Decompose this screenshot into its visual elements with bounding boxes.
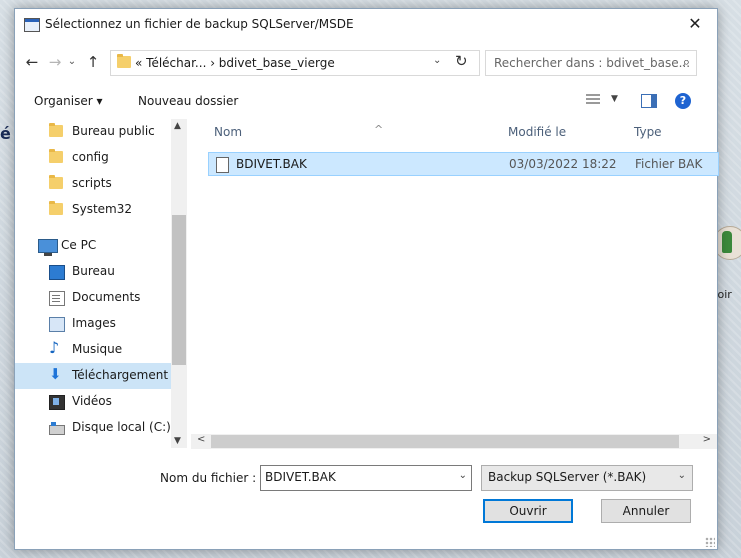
- scroll-up-icon[interactable]: ▲: [174, 121, 181, 131]
- nav-item-videos[interactable]: Vidéos: [15, 389, 173, 415]
- dialog-title: Sélectionnez un fichier de backup SQLSer…: [45, 17, 354, 31]
- nav-item-bureau-public[interactable]: Bureau public: [15, 119, 173, 145]
- up-arrow-icon[interactable]: ↑: [83, 51, 103, 73]
- nav-item-label: System32: [72, 202, 133, 216]
- address-path[interactable]: « Téléchar... › bdivet_base_vierge: [135, 56, 335, 70]
- recent-locations-chevron-icon[interactable]: ⌄: [65, 51, 79, 73]
- dialog-titlebar[interactable]: Sélectionnez un fichier de backup SQLSer…: [15, 9, 717, 39]
- horizontal-scrollbar[interactable]: < >: [191, 434, 717, 449]
- file-type: Fichier BAK: [635, 157, 703, 171]
- nav-scrollbar-thumb[interactable]: [172, 215, 186, 365]
- download-icon: ⬇: [49, 365, 62, 383]
- nav-item-config[interactable]: config: [15, 145, 173, 171]
- nav-item-label: Images: [72, 316, 116, 330]
- organize-menu-button[interactable]: Organiser ▾: [34, 94, 102, 108]
- navigation-pane: Bureau public config scripts System32 Ce…: [15, 119, 187, 448]
- horizontal-scrollbar-thumb[interactable]: [211, 435, 679, 448]
- nav-item-ce-pc[interactable]: Ce PC: [15, 233, 173, 259]
- filename-input[interactable]: BDIVET.BAK ⌄: [260, 465, 472, 491]
- address-dropdown-chevron-icon[interactable]: ⌄: [433, 55, 441, 66]
- nav-item-disque-local[interactable]: Disque local (C:): [15, 415, 173, 441]
- nav-scrollbar[interactable]: ▲ ▼: [171, 119, 187, 448]
- file-open-dialog: Sélectionnez un fichier de backup SQLSer…: [14, 8, 719, 550]
- pc-icon: [38, 239, 58, 256]
- documents-icon: [49, 291, 65, 306]
- file-name: BDIVET.BAK: [236, 157, 307, 171]
- nav-item-label: Téléchargement: [72, 368, 169, 382]
- desktop-icon: [49, 265, 65, 280]
- nav-item-label: Ce PC: [61, 238, 97, 252]
- filename-label: Nom du fichier :: [160, 471, 257, 485]
- nav-item-images[interactable]: Images: [15, 311, 173, 337]
- file-icon: [216, 157, 229, 173]
- nav-item-label: config: [72, 150, 109, 164]
- forward-arrow-icon[interactable]: →: [45, 51, 65, 73]
- column-header-name[interactable]: Nom ^: [214, 123, 383, 139]
- background-text: é: [0, 124, 11, 143]
- refresh-icon[interactable]: ↻: [455, 52, 468, 70]
- nav-item-label: Disque local (C:): [72, 420, 171, 434]
- nav-item-system32[interactable]: System32: [15, 197, 173, 223]
- nav-item-telechargement[interactable]: ⬇ Téléchargement: [15, 363, 173, 389]
- filetype-value: Backup SQLServer (*.BAK): [488, 470, 647, 484]
- folder-icon: [49, 175, 63, 189]
- preview-pane-icon[interactable]: [641, 94, 657, 108]
- music-icon: ♪: [49, 338, 60, 357]
- view-options-icon[interactable]: [586, 94, 600, 108]
- folder-icon: [49, 123, 63, 137]
- new-folder-button[interactable]: Nouveau dossier: [138, 94, 238, 108]
- images-icon: [49, 317, 65, 332]
- address-row: ← → ⌄ ↑ « Téléchar... › bdivet_base_vier…: [15, 49, 717, 77]
- nav-item-label: scripts: [72, 176, 112, 190]
- view-dropdown-icon[interactable]: ▼: [611, 94, 618, 104]
- table-row[interactable]: BDIVET.BAK 03/03/2022 18:22 Fichier BAK: [208, 152, 719, 176]
- folder-icon: [49, 201, 63, 215]
- filename-dropdown-chevron-icon[interactable]: ⌄: [459, 470, 467, 481]
- file-modified: 03/03/2022 18:22: [509, 157, 617, 171]
- command-toolbar: Organiser ▾ Nouveau dossier ▼ ?: [15, 89, 717, 115]
- help-icon[interactable]: ?: [675, 93, 691, 109]
- folder-icon: [117, 54, 131, 68]
- nav-item-documents[interactable]: Documents: [15, 285, 173, 311]
- nav-item-musique[interactable]: ♪ Musique: [15, 337, 173, 363]
- nav-item-label: Musique: [72, 342, 123, 356]
- nav-item-scripts[interactable]: scripts: [15, 171, 173, 197]
- filename-value[interactable]: BDIVET.BAK: [265, 470, 336, 484]
- address-bar[interactable]: « Téléchar... › bdivet_base_vierge ⌄ ↻: [110, 50, 480, 76]
- file-list: Nom ^ Modifié le Type BDIVET.BAK 03/03/2…: [191, 119, 719, 449]
- filetype-select[interactable]: Backup SQLServer (*.BAK) ⌄: [481, 465, 693, 491]
- scroll-right-icon[interactable]: >: [703, 434, 711, 445]
- column-header-modified[interactable]: Modifié le: [508, 125, 566, 139]
- nav-item-bureau[interactable]: Bureau: [15, 259, 173, 285]
- sort-ascending-icon: ^: [374, 123, 384, 136]
- column-header-type[interactable]: Type: [634, 125, 662, 139]
- close-button[interactable]: ✕: [673, 9, 717, 39]
- window-icon: [24, 18, 40, 32]
- resize-grip-icon[interactable]: [705, 537, 715, 547]
- back-arrow-icon[interactable]: ←: [22, 51, 42, 73]
- nav-item-label: Bureau public: [72, 124, 155, 138]
- nav-item-label: Vidéos: [72, 394, 112, 408]
- folder-icon: [49, 149, 63, 163]
- nav-item-label: Documents: [72, 290, 141, 304]
- nav-item-label: Bureau: [72, 264, 115, 278]
- scroll-down-icon[interactable]: ▼: [174, 436, 181, 446]
- search-placeholder: Rechercher dans : bdivet_base...: [494, 56, 691, 70]
- search-icon[interactable]: ⌕: [683, 55, 690, 70]
- disk-icon: [49, 422, 65, 435]
- video-icon: [49, 395, 65, 410]
- open-button[interactable]: Ouvrir: [483, 499, 573, 523]
- filetype-dropdown-chevron-icon[interactable]: ⌄: [678, 470, 686, 481]
- cancel-button[interactable]: Annuler: [601, 499, 691, 523]
- scroll-left-icon[interactable]: <: [197, 434, 205, 445]
- search-input[interactable]: Rechercher dans : bdivet_base... ⌕: [485, 50, 697, 76]
